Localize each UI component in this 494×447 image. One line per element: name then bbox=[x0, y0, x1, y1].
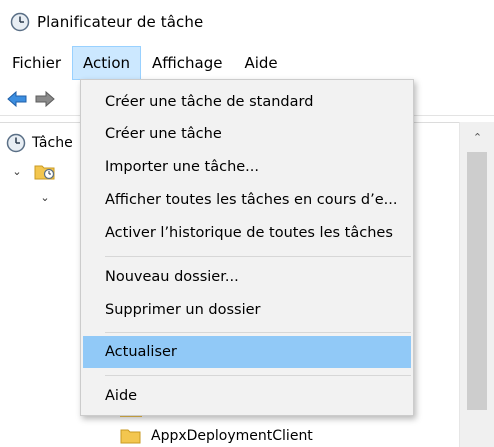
clock-icon bbox=[6, 133, 26, 153]
menu-item-import-task[interactable]: Importer une tâche... bbox=[83, 151, 411, 183]
tree-root-label: Tâche bbox=[32, 135, 73, 151]
back-arrow-icon[interactable] bbox=[6, 90, 28, 108]
menu-action[interactable]: Action bbox=[72, 46, 142, 80]
menu-item-create-basic-task[interactable]: Créer une tâche de standard bbox=[83, 86, 411, 118]
folder-label: AppxDeploymentClient bbox=[151, 428, 313, 444]
chevron-down-icon[interactable]: ⌄ bbox=[10, 165, 24, 178]
tree-sub-node[interactable]: ⌄ bbox=[38, 185, 52, 209]
scroll-up-icon[interactable]: ⌃ bbox=[460, 124, 494, 150]
menu-item-show-running-tasks[interactable]: Afficher toutes les tâches en cours d’e.… bbox=[83, 184, 411, 216]
menu-aide[interactable]: Aide bbox=[233, 46, 288, 80]
menu-affichage[interactable]: Affichage bbox=[141, 46, 233, 80]
folder-icon bbox=[120, 429, 141, 444]
menu-separator bbox=[105, 256, 411, 257]
menu-item-delete-folder[interactable]: Supprimer un dossier bbox=[83, 294, 411, 326]
folder-clock-icon bbox=[34, 165, 55, 180]
window-title: Planificateur de tâche bbox=[37, 13, 204, 31]
menu-fichier[interactable]: Fichier bbox=[0, 46, 72, 80]
scroll-thumb[interactable] bbox=[467, 152, 487, 410]
menu-separator bbox=[105, 332, 411, 333]
menu-item-refresh[interactable]: Actualiser bbox=[83, 336, 411, 368]
menu-item-new-folder[interactable]: Nouveau dossier... bbox=[83, 261, 411, 293]
chevron-down-icon[interactable]: ⌄ bbox=[38, 191, 52, 204]
menu-item-help[interactable]: Aide bbox=[83, 380, 411, 412]
menu-separator bbox=[105, 375, 411, 376]
tree-root[interactable]: Tâche bbox=[6, 131, 73, 155]
title-bar: Planificateur de tâche bbox=[0, 0, 494, 44]
clock-icon bbox=[10, 12, 30, 32]
menu-bar: Fichier Action Affichage Aide bbox=[0, 46, 494, 80]
tree-library-node[interactable]: ⌄ bbox=[10, 159, 56, 183]
tree-folder-appx[interactable]: AppxDeploymentClient bbox=[120, 424, 313, 447]
menu-item-enable-history[interactable]: Activer l’historique de toutes les tâche… bbox=[83, 217, 411, 249]
action-dropdown-menu: Créer une tâche de standard Créer une tâ… bbox=[80, 79, 414, 416]
forward-arrow-icon[interactable] bbox=[34, 90, 56, 108]
vertical-scrollbar[interactable]: ⌃ bbox=[459, 122, 494, 447]
menu-item-create-task[interactable]: Créer une tâche bbox=[83, 118, 411, 150]
